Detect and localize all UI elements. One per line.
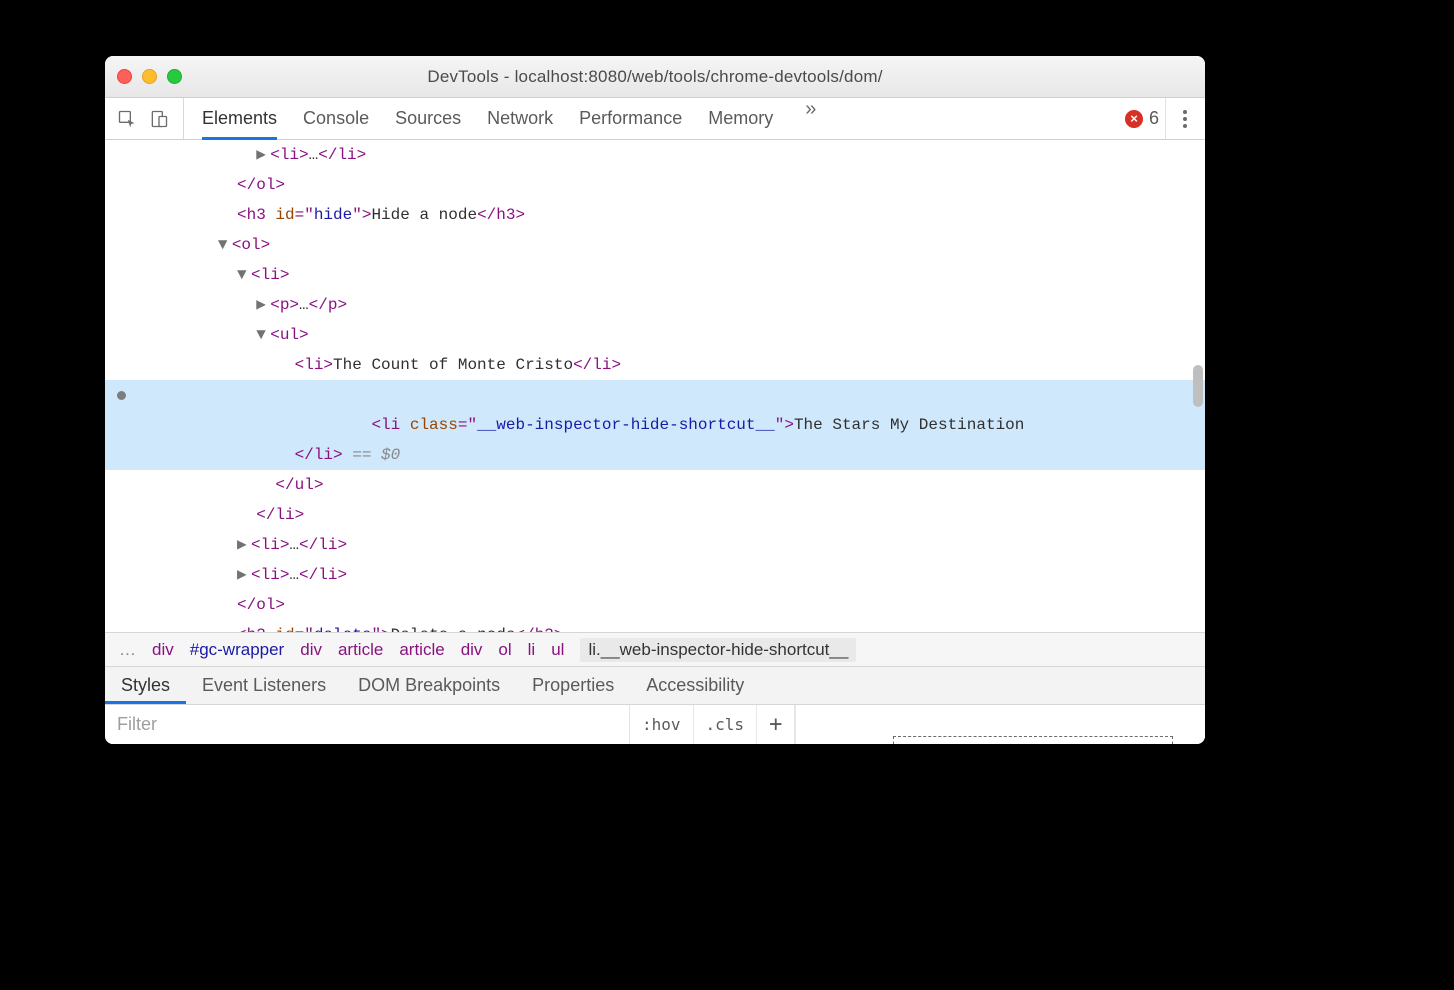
elements-tree[interactable]: ▶ <li>…</li> </ol> <h3 id="hide">Hide a …: [105, 140, 1205, 632]
sidebar-tabs: Styles Event Listeners DOM Breakpoints P…: [105, 666, 1205, 704]
breadcrumb-item[interactable]: li: [528, 640, 536, 660]
styles-filter-input[interactable]: [105, 705, 630, 744]
settings-menu-icon[interactable]: [1165, 98, 1193, 139]
dom-node[interactable]: ▶ <p>…</p>: [105, 290, 1205, 320]
styles-toolbar: :hov .cls +: [105, 704, 1205, 744]
dom-node[interactable]: </li>: [105, 500, 1205, 530]
panel-tabs: Elements Console Sources Network Perform…: [202, 98, 1113, 139]
expand-toggle-icon[interactable]: ▶: [256, 140, 270, 170]
box-model-preview: [795, 705, 1205, 744]
breadcrumb-item[interactable]: div: [300, 640, 322, 660]
breadcrumb-overflow[interactable]: …: [119, 640, 136, 660]
dom-node[interactable]: <li>The Count of Monte Cristo</li>: [105, 350, 1205, 380]
dom-node[interactable]: </ol>: [105, 590, 1205, 620]
dom-node[interactable]: </ul>: [105, 470, 1205, 500]
breadcrumb-item[interactable]: ol: [498, 640, 511, 660]
breadcrumb-item-current[interactable]: li.__web-inspector-hide-shortcut__: [580, 638, 856, 662]
dom-node-selected[interactable]: </li> == $0: [105, 440, 1205, 470]
new-style-rule-button[interactable]: +: [757, 705, 795, 744]
expand-toggle-icon[interactable]: ▶: [256, 290, 270, 320]
tab-memory[interactable]: Memory: [708, 98, 773, 139]
scrollbar-thumb[interactable]: [1193, 365, 1203, 407]
toggle-hover-button[interactable]: :hov: [630, 705, 694, 744]
tab-properties[interactable]: Properties: [516, 667, 630, 704]
tab-dom-breakpoints[interactable]: DOM Breakpoints: [342, 667, 516, 704]
zoom-window-button[interactable]: [167, 69, 182, 84]
device-toolbar-icon[interactable]: [149, 109, 169, 129]
dom-node-selected[interactable]: <li class="__web-inspector-hide-shortcut…: [105, 380, 1205, 440]
dom-node[interactable]: ▼<ul>: [105, 320, 1205, 350]
tab-event-listeners[interactable]: Event Listeners: [186, 667, 342, 704]
toggle-class-button[interactable]: .cls: [694, 705, 758, 744]
expand-toggle-icon[interactable]: ▼: [237, 260, 251, 290]
dom-node[interactable]: </ol>: [105, 170, 1205, 200]
error-indicator[interactable]: × 6: [1125, 108, 1159, 129]
breadcrumb-item[interactable]: article: [399, 640, 444, 660]
expand-toggle-icon[interactable]: ▼: [256, 320, 270, 350]
dom-node[interactable]: <h3 id="delete">Delete a node</h3>: [105, 620, 1205, 632]
box-model-margin-icon: [893, 736, 1173, 744]
tab-accessibility[interactable]: Accessibility: [630, 667, 760, 704]
expand-toggle-icon[interactable]: ▶: [237, 530, 251, 560]
breadcrumb-item[interactable]: article: [338, 640, 383, 660]
tab-performance[interactable]: Performance: [579, 98, 682, 139]
devtools-toolbar: Elements Console Sources Network Perform…: [105, 98, 1205, 140]
titlebar: DevTools - localhost:8080/web/tools/chro…: [105, 56, 1205, 98]
expand-toggle-icon[interactable]: ▼: [218, 230, 232, 260]
dom-node[interactable]: <h3 id="hide">Hide a node</h3>: [105, 200, 1205, 230]
toolbar-icon-group: [117, 98, 184, 139]
error-count: 6: [1149, 108, 1159, 129]
devtools-window: DevTools - localhost:8080/web/tools/chro…: [105, 56, 1205, 744]
traffic-lights: [117, 69, 182, 84]
breadcrumb-item[interactable]: div: [461, 640, 483, 660]
dom-node[interactable]: ▼<li>: [105, 260, 1205, 290]
dom-node[interactable]: ▶<li>…</li>: [105, 560, 1205, 590]
tab-sources[interactable]: Sources: [395, 98, 461, 139]
window-title: DevTools - localhost:8080/web/tools/chro…: [105, 67, 1205, 87]
tab-styles[interactable]: Styles: [105, 667, 186, 704]
dom-breadcrumb: … div #gc-wrapper div article article di…: [105, 632, 1205, 666]
tab-elements[interactable]: Elements: [202, 98, 277, 139]
breadcrumb-item[interactable]: #gc-wrapper: [190, 640, 285, 660]
close-window-button[interactable]: [117, 69, 132, 84]
dom-node[interactable]: ▼<ol>: [105, 230, 1205, 260]
expand-toggle-icon[interactable]: ▶: [237, 560, 251, 590]
dom-node[interactable]: ▶<li>…</li>: [105, 530, 1205, 560]
minimize-window-button[interactable]: [142, 69, 157, 84]
tab-console[interactable]: Console: [303, 98, 369, 139]
dom-node[interactable]: ▶ <li>…</li>: [105, 140, 1205, 170]
breadcrumb-item[interactable]: div: [152, 640, 174, 660]
more-tabs-icon[interactable]: »: [799, 98, 822, 139]
tab-network[interactable]: Network: [487, 98, 553, 139]
inspect-element-icon[interactable]: [117, 109, 137, 129]
error-icon: ×: [1125, 110, 1143, 128]
hidden-node-marker-icon: [117, 391, 126, 400]
breadcrumb-item[interactable]: ul: [551, 640, 564, 660]
